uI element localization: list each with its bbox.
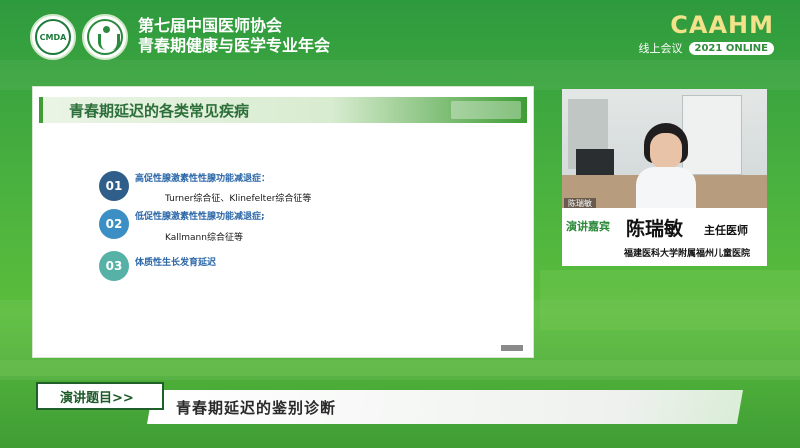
speaker-video bbox=[562, 89, 767, 209]
conference-title-line2: 青春期健康与医学专业年会 bbox=[138, 36, 331, 55]
item-detail: Kallmann综合征等 bbox=[165, 233, 243, 243]
background-stripe bbox=[0, 360, 800, 376]
cmda-logo: CMDA bbox=[30, 14, 76, 60]
item-title: 高促性腺激素性性腺功能减退症： bbox=[135, 174, 271, 184]
speaker-name: 陈瑞敏 bbox=[626, 218, 684, 240]
slide-header: 青春期延迟的各类常见疾病 bbox=[39, 97, 527, 123]
person-figure-icon bbox=[87, 19, 123, 55]
speaker-person bbox=[634, 123, 698, 209]
slide-progress-bar bbox=[501, 345, 523, 351]
speaker-organization: 福建医科大学附属福州儿童医院 bbox=[624, 249, 751, 259]
topic-title: 青春期延迟的鉴别诊断 bbox=[176, 399, 337, 417]
conference-title: 第七届中国医师协会 青春期健康与医学专业年会 bbox=[138, 16, 330, 56]
conference-title-line1: 第七届中国医师协会 bbox=[138, 16, 283, 35]
item-title: 低促性腺激素性性腺功能减退症; bbox=[135, 212, 265, 222]
speaker-body bbox=[636, 167, 696, 209]
year-badge: 2021 ONLINE bbox=[688, 41, 774, 55]
speaker-face bbox=[650, 133, 682, 169]
item-number-badge: 01 bbox=[99, 171, 129, 201]
slide-title: 青春期延迟的各类常见疾病 bbox=[69, 102, 250, 120]
background-stripe bbox=[540, 270, 800, 330]
conference-brand: CAAHM 线上会议 2021 ONLINE bbox=[639, 12, 774, 56]
slide-header-accent bbox=[39, 97, 43, 123]
item-detail: Turner综合征、Klinefelter综合征等 bbox=[165, 194, 312, 204]
brand-subline: 线上会议 2021 ONLINE bbox=[639, 40, 774, 56]
speaker-card: 演讲嘉宾 陈瑞敏 主任医师 福建医科大学附属福州儿童医院 bbox=[562, 208, 767, 266]
item-number-badge: 03 bbox=[99, 251, 129, 281]
speaker-position: 主任医师 bbox=[704, 224, 748, 237]
presentation-slide: 青春期延迟的各类常见疾病 01 高促性腺激素性性腺功能减退症： Turner综合… bbox=[32, 86, 534, 358]
slide-hospital-logo bbox=[451, 101, 521, 119]
brand-logo: CAAHM bbox=[670, 11, 774, 39]
online-label: 线上会议 bbox=[638, 42, 683, 55]
video-monitor bbox=[576, 149, 614, 175]
topic-label: 演讲题目>> bbox=[36, 382, 164, 410]
topic-label-text: 演讲题目>> bbox=[60, 390, 134, 406]
cmda-logo-text: CMDA bbox=[35, 19, 71, 55]
item-number-badge: 02 bbox=[99, 209, 129, 239]
adolescent-health-logo bbox=[82, 14, 128, 60]
item-title: 体质性生长发育延迟 bbox=[135, 258, 217, 268]
speaker-role-label: 演讲嘉宾 bbox=[566, 220, 610, 233]
